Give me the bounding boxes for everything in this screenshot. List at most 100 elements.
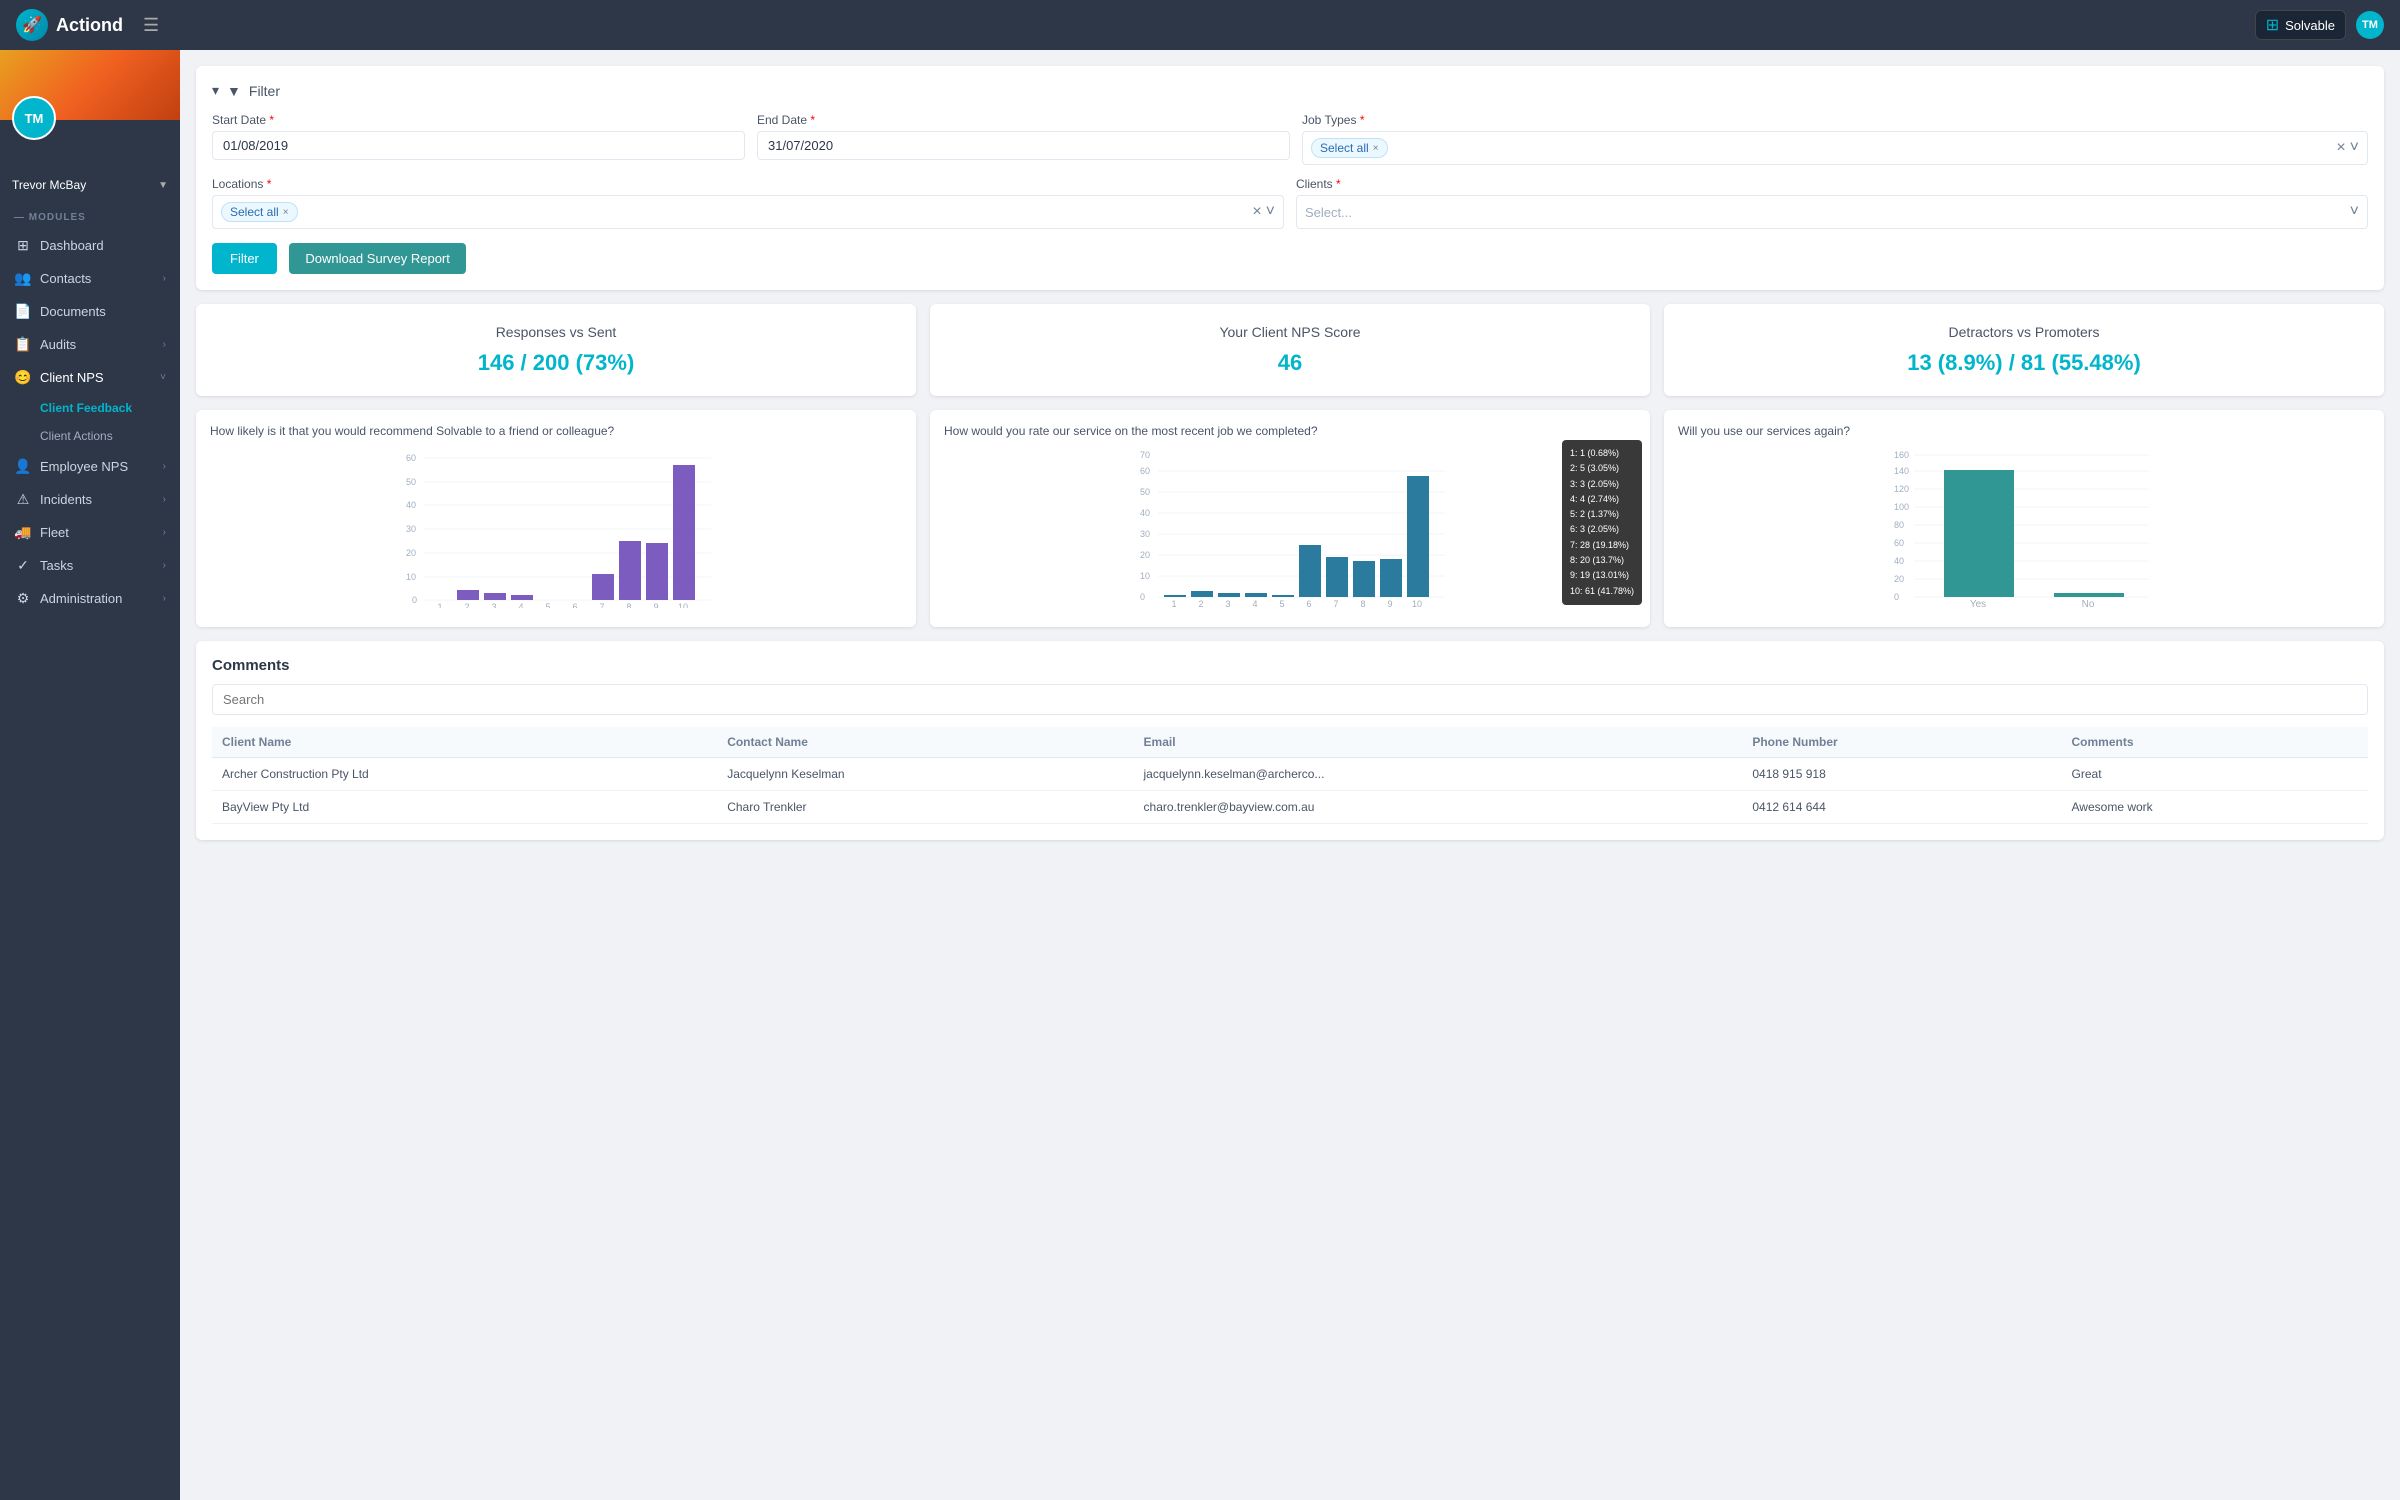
sidebar-item-client-feedback[interactable]: Client Feedback <box>40 394 180 422</box>
stat-title: Your Client NPS Score <box>946 324 1634 340</box>
svg-text:60: 60 <box>406 453 416 463</box>
chart-title: Will you use our services again? <box>1678 424 2370 438</box>
avatar: TM <box>12 96 56 140</box>
sidebar-item-label: Documents <box>40 304 106 319</box>
col-phone: Phone Number <box>1742 727 2061 758</box>
sidebar-item-client-nps[interactable]: 😊 Client NPS ˅ <box>0 361 180 394</box>
company-name: Solvable <box>2285 18 2335 33</box>
sidebar-item-incidents[interactable]: ⚠ Incidents › <box>0 483 180 516</box>
svg-text:5: 5 <box>545 602 550 608</box>
sidebar-item-audits[interactable]: 📋 Audits › <box>0 328 180 361</box>
stat-title: Responses vs Sent <box>212 324 900 340</box>
sidebar-item-administration[interactable]: ⚙ Administration › <box>0 582 180 615</box>
filter-top-row: Start Date * End Date * Job Types * <box>212 113 2368 165</box>
svg-text:160: 160 <box>1894 450 1909 460</box>
svg-text:20: 20 <box>1140 550 1150 560</box>
sidebar-item-tasks[interactable]: ✓ Tasks › <box>0 549 180 582</box>
end-date-label: End Date * <box>757 113 1290 127</box>
svg-text:30: 30 <box>406 524 416 534</box>
svg-text:40: 40 <box>406 500 416 510</box>
bar-chart-services-again: 0 20 40 60 80 100 120 140 160 <box>1678 448 2370 608</box>
clients-group: Clients * Select... ˅ <box>1296 177 2368 229</box>
comments-table-body: Archer Construction Pty LtdJacquelynn Ke… <box>212 758 2368 824</box>
remove-job-types-tag[interactable]: × <box>1373 143 1379 154</box>
logo-icon: 🚀 <box>16 9 48 41</box>
end-date-input[interactable] <box>757 131 1290 160</box>
modules-label: — MODULES <box>0 196 180 229</box>
chart-services-again: Will you use our services again? 0 20 40… <box>1664 410 2384 627</box>
svg-text:70: 70 <box>1140 450 1150 460</box>
tasks-icon: ✓ <box>14 557 32 574</box>
topbar-left: 🚀 Actiond ☰ <box>16 9 159 41</box>
stat-value: 46 <box>946 350 1634 376</box>
sidebar: TM Trevor McBay ▼ — MODULES ⊞ Dashboard … <box>0 50 180 1500</box>
job-types-label: Job Types * <box>1302 113 2368 127</box>
filter-card: ▾ ▼ Filter Start Date * End Date * <box>196 66 2384 290</box>
topbar-right: ⊞ Solvable TM <box>2255 10 2384 40</box>
svg-text:7: 7 <box>599 602 604 608</box>
clear-locations-icon[interactable]: × <box>1252 203 1261 221</box>
svg-text:7: 7 <box>1333 599 1338 608</box>
clients-label: Clients * <box>1296 177 2368 191</box>
incidents-icon: ⚠ <box>14 491 32 508</box>
stat-card-detractors: Detractors vs Promoters 13 (8.9%) / 81 (… <box>1664 304 2384 396</box>
clear-job-types-icon[interactable]: × <box>2336 139 2345 157</box>
start-date-label: Start Date * <box>212 113 745 127</box>
sidebar-item-client-actions[interactable]: Client Actions <box>40 422 180 450</box>
sidebar-item-label: Incidents <box>40 492 92 507</box>
svg-text:0: 0 <box>1894 592 1899 602</box>
chevron-down-icon[interactable]: ˅ <box>1266 203 1275 221</box>
logo: 🚀 Actiond <box>16 9 123 41</box>
comments-table-header: Client Name Contact Name Email Phone Num… <box>212 727 2368 758</box>
comments-card: Comments Client Name Contact Name Email … <box>196 641 2384 840</box>
locations-tag: Select all × <box>221 202 298 222</box>
filter-icon: ▼ <box>227 83 241 99</box>
svg-text:80: 80 <box>1894 520 1904 530</box>
sidebar-item-dashboard[interactable]: ⊞ Dashboard <box>0 229 180 262</box>
sidebar-item-fleet[interactable]: 🚚 Fleet › <box>0 516 180 549</box>
chevron-right-icon: › <box>163 527 166 538</box>
svg-text:Yes: Yes <box>1970 599 1986 608</box>
chevron-right-icon: › <box>163 494 166 505</box>
hamburger-icon[interactable]: ☰ <box>143 15 159 36</box>
svg-text:40: 40 <box>1894 556 1904 566</box>
svg-text:50: 50 <box>1140 487 1150 497</box>
stats-row: Responses vs Sent 146 / 200 (73%) Your C… <box>196 304 2384 396</box>
sidebar-item-employee-nps[interactable]: 👤 Employee NPS › <box>0 450 180 483</box>
job-types-group: Job Types * Select all × × ˅ <box>1302 113 2368 165</box>
chart-title: How would you rate our service on the mo… <box>944 424 1636 438</box>
comments-table: Client Name Contact Name Email Phone Num… <box>212 727 2368 824</box>
clients-input[interactable]: Select... ˅ <box>1296 195 2368 229</box>
job-types-input[interactable]: Select all × × ˅ <box>1302 131 2368 165</box>
locations-input[interactable]: Select all × × ˅ <box>212 195 1284 229</box>
sidebar-item-documents[interactable]: 📄 Documents <box>0 295 180 328</box>
remove-locations-tag[interactable]: × <box>283 207 289 218</box>
documents-icon: 📄 <box>14 303 32 320</box>
filter-actions: Filter Download Survey Report <box>212 243 2368 274</box>
chevron-down-icon[interactable]: ˅ <box>2350 203 2359 221</box>
svg-text:No: No <box>2082 599 2095 608</box>
svg-text:10: 10 <box>1412 599 1422 608</box>
chevron-down-icon[interactable]: ˅ <box>2350 139 2359 157</box>
chevron-right-icon: › <box>163 273 166 284</box>
sidebar-item-label: Administration <box>40 591 122 606</box>
user-avatar-top[interactable]: TM <box>2356 11 2384 39</box>
svg-text:50: 50 <box>406 477 416 487</box>
svg-text:10: 10 <box>678 602 688 608</box>
sidebar-item-contacts[interactable]: 👥 Contacts › <box>0 262 180 295</box>
svg-text:10: 10 <box>406 572 416 582</box>
stat-card-nps: Your Client NPS Score 46 <box>930 304 1650 396</box>
topbar: 🚀 Actiond ☰ ⊞ Solvable TM <box>0 0 2400 50</box>
start-date-input[interactable] <box>212 131 745 160</box>
download-survey-report-button[interactable]: Download Survey Report <box>289 243 466 274</box>
svg-text:0: 0 <box>1140 592 1145 602</box>
profile-dropdown-icon[interactable]: ▼ <box>158 180 168 191</box>
fleet-icon: 🚚 <box>14 524 32 541</box>
profile-name: Trevor McBay <box>12 178 86 192</box>
comments-search-input[interactable] <box>212 684 2368 715</box>
col-contact-name: Contact Name <box>717 727 1133 758</box>
filter-button[interactable]: Filter <box>212 243 277 274</box>
stat-card-responses: Responses vs Sent 146 / 200 (73%) <box>196 304 916 396</box>
svg-text:60: 60 <box>1894 538 1904 548</box>
bar-chart-service: 0 10 20 30 40 50 60 70 <box>944 448 1636 608</box>
